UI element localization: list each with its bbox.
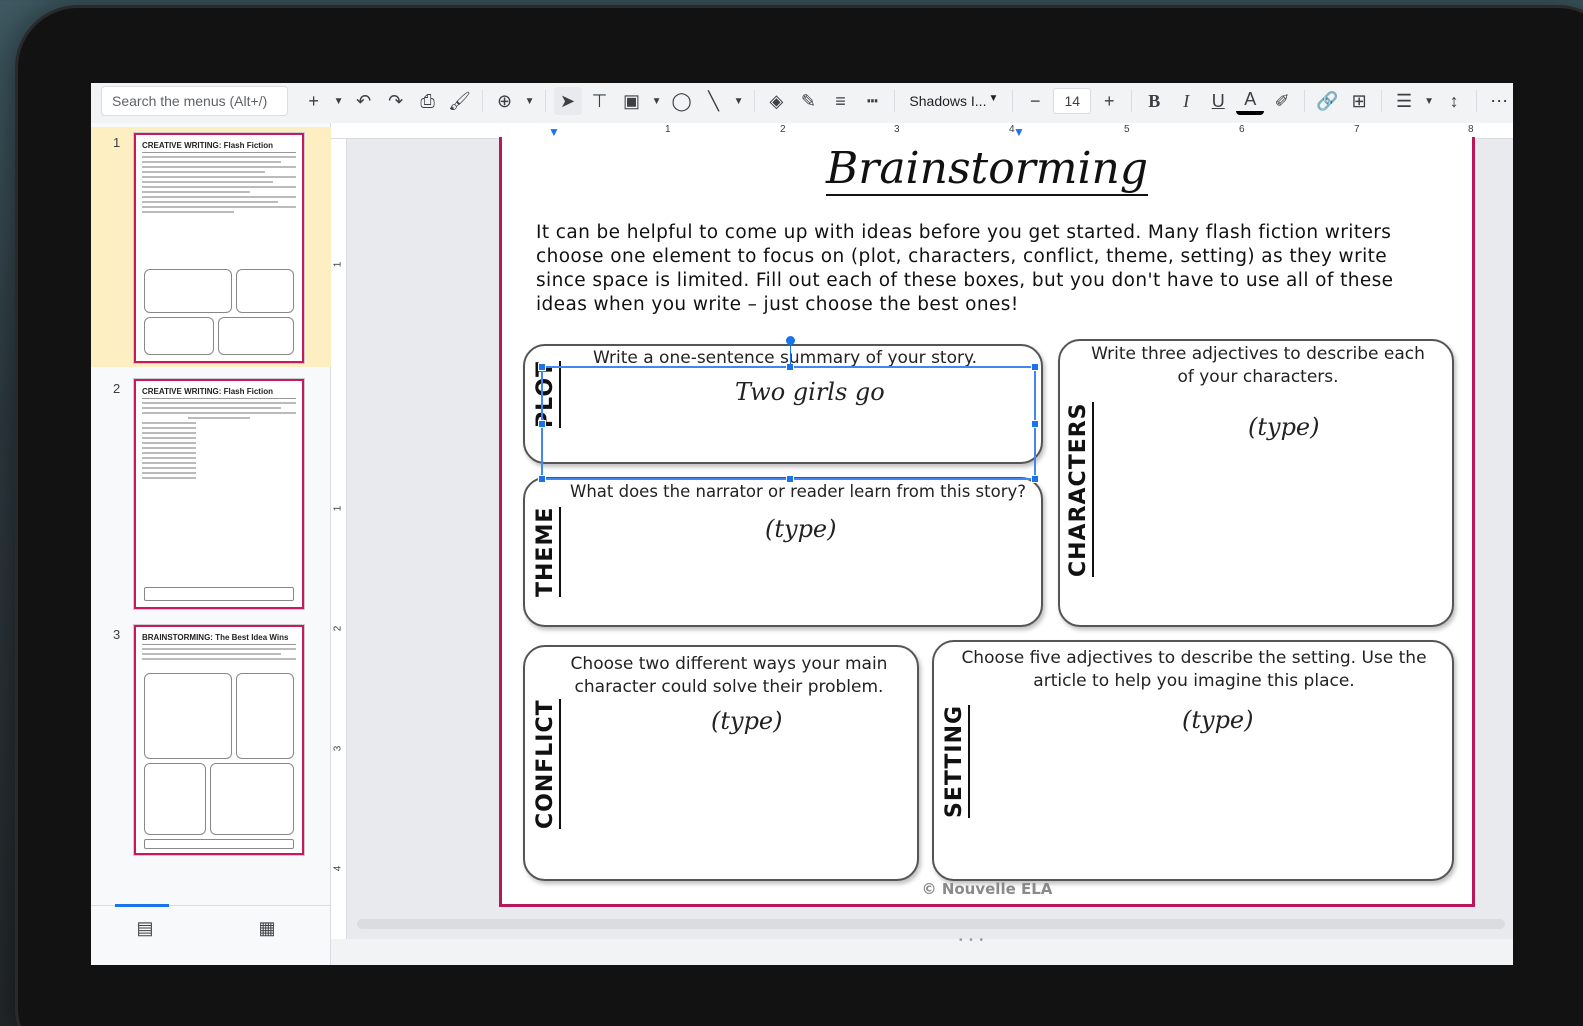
- ruler-mark: 1: [665, 124, 671, 135]
- conflict-tag: CONFLICT: [533, 699, 561, 829]
- insert-link-icon[interactable]: 🔗: [1313, 87, 1341, 115]
- slide-filmstrip: 1 CREATIVE WRITING: Flash Fiction 2 CREA…: [91, 123, 331, 965]
- ruler-mark: 5: [1124, 124, 1130, 135]
- grid-view-icon[interactable]: ▦: [247, 918, 287, 939]
- ruler-mark: 6: [1239, 124, 1245, 135]
- redo-icon[interactable]: ↷: [382, 87, 410, 115]
- highlight-color-icon[interactable]: ✐: [1268, 87, 1296, 115]
- slide-title[interactable]: Brainstorming: [502, 143, 1472, 196]
- slide-thumb-title: CREATIVE WRITING: Flash Fiction: [142, 141, 296, 153]
- slide-thumb-title: CREATIVE WRITING: Flash Fiction: [142, 387, 296, 399]
- characters-card[interactable]: Write three adjectives to describe each …: [1058, 339, 1454, 627]
- slide[interactable]: Brainstorming It can be helpful to come …: [499, 137, 1475, 907]
- border-color-icon[interactable]: ✎: [794, 87, 822, 115]
- ruler-mark: 8: [1468, 124, 1474, 135]
- more-options-icon[interactable]: ⋯: [1485, 87, 1513, 115]
- slide-thumbnail-1[interactable]: 1 CREATIVE WRITING: Flash Fiction: [91, 127, 331, 367]
- resize-handle[interactable]: [1031, 420, 1039, 428]
- characters-answer-field[interactable]: (type): [1248, 413, 1320, 441]
- setting-card[interactable]: Choose five adjectives to describe the s…: [932, 640, 1454, 881]
- font-name: Shadows I...: [909, 93, 987, 109]
- text-box-selection[interactable]: [538, 336, 1039, 483]
- slide-thumb-title: BRAINSTORMING: The Best Idea Wins: [142, 633, 296, 645]
- bold-button[interactable]: B: [1140, 87, 1168, 115]
- ruler-mark: 1: [332, 261, 344, 268]
- theme-card[interactable]: What does the narrator or reader learn f…: [523, 477, 1043, 627]
- conflict-prompt: Choose two different ways your main char…: [570, 654, 888, 697]
- add-comment-icon[interactable]: ⊞: [1345, 87, 1373, 115]
- speaker-notes-handle[interactable]: • • •: [959, 935, 985, 946]
- resize-handle[interactable]: [1031, 475, 1039, 483]
- undo-icon[interactable]: ↶: [350, 87, 378, 115]
- border-dash-icon[interactable]: ┅: [858, 87, 886, 115]
- increase-font-size-button[interactable]: +: [1095, 87, 1123, 115]
- resize-handle[interactable]: [786, 475, 794, 483]
- font-selector[interactable]: Shadows I... ▼: [903, 93, 1004, 109]
- text-box-icon[interactable]: ⊤: [586, 87, 614, 115]
- underline-button[interactable]: U: [1204, 87, 1232, 115]
- new-slide-button[interactable]: +: [300, 87, 328, 115]
- slide-thumbnail-2[interactable]: 2 CREATIVE WRITING: Flash Fiction: [91, 373, 331, 613]
- setting-prompt: Choose five adjectives to describe the s…: [961, 648, 1427, 691]
- conflict-card[interactable]: Choose two different ways your main char…: [523, 645, 919, 881]
- vertical-ruler[interactable]: 1 1 2 3 4: [331, 139, 347, 939]
- ruler-mark: 1: [332, 505, 344, 512]
- characters-prompt: Write three adjectives to describe each …: [1091, 344, 1425, 387]
- fill-color-icon[interactable]: ◈: [762, 87, 790, 115]
- setting-tag: SETTING: [942, 704, 970, 818]
- slide-number: 3: [113, 627, 121, 642]
- resize-handle[interactable]: [538, 420, 546, 428]
- decrease-font-size-button[interactable]: −: [1021, 87, 1049, 115]
- theme-tag: THEME: [533, 506, 561, 597]
- filmstrip-view-icon[interactable]: ▤: [115, 904, 169, 939]
- line-spacing-icon[interactable]: ↕: [1440, 87, 1468, 115]
- credit-text: © Nouvelle ELA: [921, 880, 1053, 898]
- border-weight-icon[interactable]: ≡: [826, 87, 854, 115]
- text-color-button[interactable]: A: [1236, 87, 1265, 115]
- resize-handle[interactable]: [1031, 363, 1039, 371]
- resize-handle[interactable]: [538, 475, 546, 483]
- slide-thumbnail-3[interactable]: 3 BRAINSTORMING: The Best Idea Wins: [91, 619, 331, 859]
- conflict-answer-field[interactable]: (type): [711, 707, 783, 735]
- italic-button[interactable]: I: [1172, 87, 1200, 115]
- ruler-mark: 4: [332, 865, 344, 872]
- ruler-mark: 7: [1354, 124, 1360, 135]
- zoom-icon[interactable]: ⊕: [491, 87, 519, 115]
- print-icon[interactable]: ⎙: [414, 87, 442, 115]
- ruler-mark: 2: [332, 625, 344, 632]
- resize-handle[interactable]: [538, 363, 546, 371]
- horizontal-scrollbar[interactable]: [357, 919, 1505, 929]
- resize-handle[interactable]: [786, 363, 794, 371]
- filmstrip-view-controls: ▤ ▦: [91, 904, 331, 965]
- characters-tag: CHARACTERS: [1066, 402, 1094, 577]
- ruler-mark: 3: [894, 124, 900, 135]
- paint-format-icon[interactable]: 🖌: [446, 87, 474, 115]
- shape-icon[interactable]: ◯: [668, 87, 696, 115]
- search-menus-input[interactable]: Search the menus (Alt+/): [101, 86, 288, 116]
- align-icon[interactable]: ☰: [1390, 87, 1418, 115]
- image-icon[interactable]: ▣: [618, 87, 646, 115]
- theme-answer-field[interactable]: (type): [765, 515, 837, 543]
- theme-prompt: What does the narrator or reader learn f…: [570, 482, 1026, 501]
- align-dropdown-icon[interactable]: ▼: [1422, 87, 1436, 115]
- slide-number: 1: [113, 135, 121, 150]
- zoom-dropdown-icon[interactable]: ▼: [523, 87, 537, 115]
- image-dropdown-icon[interactable]: ▼: [650, 87, 664, 115]
- setting-answer-field[interactable]: (type): [1182, 706, 1254, 734]
- font-size-input[interactable]: 14: [1053, 88, 1092, 114]
- app-window: Search the menus (Alt+/) + ▼ ↶ ↷ ⎙ 🖌 ⊕ ▼…: [91, 83, 1513, 965]
- line-icon[interactable]: ╲: [700, 87, 728, 115]
- new-slide-dropdown-icon[interactable]: ▼: [332, 87, 346, 115]
- line-dropdown-icon[interactable]: ▼: [732, 87, 746, 115]
- slide-number: 2: [113, 381, 121, 396]
- ruler-mark: 3: [332, 745, 344, 752]
- toolbar: Search the menus (Alt+/) + ▼ ↶ ↷ ⎙ 🖌 ⊕ ▼…: [101, 83, 1513, 119]
- select-cursor-icon[interactable]: ➤: [553, 87, 582, 115]
- ruler-mark: 2: [780, 124, 786, 135]
- intro-text[interactable]: It can be helpful to come up with ideas …: [536, 221, 1436, 317]
- slide-canvas: Brainstorming It can be helpful to come …: [347, 137, 1513, 946]
